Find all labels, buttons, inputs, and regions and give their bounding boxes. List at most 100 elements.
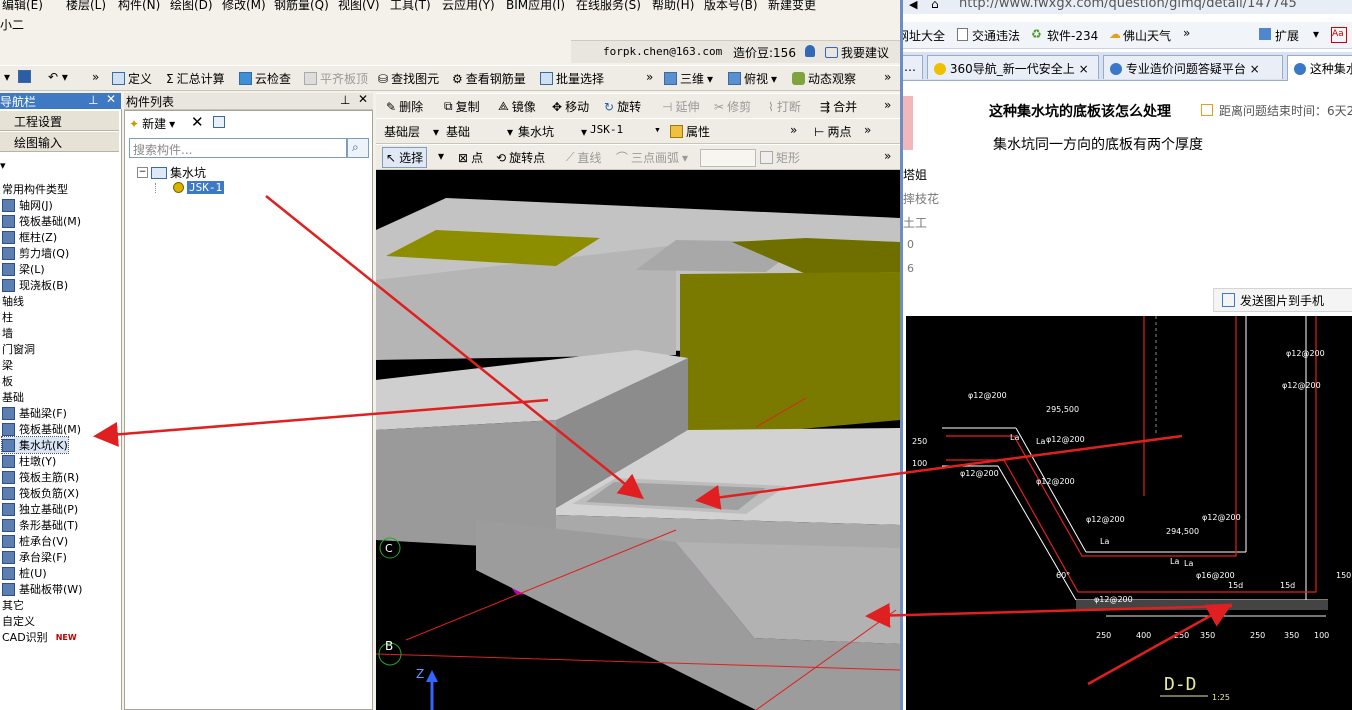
tab-partial[interactable]: … (903, 55, 923, 79)
menu-view[interactable]: 视图(V) (338, 0, 380, 13)
nav-item[interactable]: CAD识别 NEW (2, 629, 77, 645)
nav-item[interactable]: 基础梁(F) (2, 405, 67, 421)
batch-select-button[interactable]: 批量选择 (540, 70, 604, 87)
tree-toggle[interactable]: ▾ (0, 159, 6, 172)
sum-button[interactable]: Σ 汇总计算 (166, 70, 225, 87)
point-button[interactable]: ⊠ 点 (458, 149, 483, 166)
more-chevron-icon[interactable]: » (864, 123, 871, 137)
menu-bim[interactable]: BIM应用(I) (506, 0, 565, 13)
close-icon[interactable]: × (1079, 62, 1089, 76)
nav-item[interactable]: 常用构件类型 (2, 181, 68, 197)
find-element-button[interactable]: ⛁ 查找图元 (378, 70, 439, 87)
close-icon[interactable]: × (1250, 62, 1260, 76)
home-icon[interactable]: ⌂ (931, 0, 939, 11)
dropdown-arrow-icon[interactable]: ▾ (1313, 27, 1319, 41)
cloud-check-button[interactable]: 云检查 (239, 70, 291, 87)
menu-draw[interactable]: 绘图(D) (170, 0, 213, 13)
mirror-button[interactable]: ⟁ 镜像 (498, 98, 536, 115)
more-chevron-icon[interactable]: » (92, 70, 99, 84)
avatar[interactable] (903, 96, 913, 150)
bookmark-traffic[interactable]: 交通违法 (972, 27, 1020, 44)
project-settings-button[interactable]: 工程设置 (0, 111, 119, 131)
nav-item[interactable]: 剪力墙(Q) (2, 245, 69, 261)
merge-button[interactable]: ⇶ 合并 (820, 98, 857, 115)
component-select[interactable]: 集水坑 ▾ (518, 123, 587, 140)
menu-new-change[interactable]: 新建变更 (768, 0, 816, 13)
nav-item[interactable]: 独立基础(P) (2, 501, 78, 517)
rotate-point-button[interactable]: ⟲ 旋转点 (496, 149, 545, 166)
nav-item[interactable]: 轴网(J) (2, 197, 53, 213)
nav-item[interactable]: 门窗洞 (2, 341, 35, 357)
reader-icon[interactable]: Aa (1331, 27, 1347, 43)
copy-button[interactable]: ⧉ 复制 (444, 98, 480, 115)
nav-item[interactable]: 筏板基础(M) (2, 213, 81, 229)
floor-select[interactable]: 基础层 ▾ (384, 123, 439, 140)
type-select[interactable]: 基础 ▾ (446, 123, 513, 140)
suggest-button[interactable]: 我要建议 (825, 44, 889, 61)
rect-button[interactable]: 矩形 (760, 149, 800, 166)
more-chevron-icon[interactable]: » (646, 70, 653, 84)
menu-tools[interactable]: 工具(T) (390, 0, 431, 13)
delete-button[interactable]: ✎ 删除 (386, 98, 423, 115)
3d-viewport[interactable]: C B Z (376, 170, 900, 710)
bell-icon[interactable] (805, 45, 815, 57)
nav-item[interactable]: 筏板负筋(X) (2, 485, 79, 501)
arc-button[interactable]: ⌒ 三点画弧 ▾ (616, 149, 688, 166)
two-points-button[interactable]: ⊢ 两点 (814, 123, 851, 140)
bookmark-weather[interactable]: 佛山天气 (1123, 27, 1171, 44)
menu-modify[interactable]: 修改(M) (222, 0, 266, 13)
nav-item[interactable]: 框柱(Z) (2, 229, 57, 245)
user-name[interactable]: 塔姐 (903, 166, 927, 183)
pin-icon[interactable]: ⊥ (88, 93, 98, 107)
address-bar[interactable]: ◀ ⌂ http://www.fwxgx.com/question/glmq/d… (903, 0, 1352, 14)
nav-item[interactable]: 筏板主筋(R) (2, 469, 79, 485)
tab-current[interactable]: 这种集水 (1287, 55, 1352, 81)
nav-item[interactable]: 集水坑(K) (1, 436, 69, 454)
bookmark-software[interactable]: 软件-234 (1047, 27, 1098, 44)
draw-input-button[interactable]: 绘图输入 (0, 132, 119, 152)
rotate-button[interactable]: ↻ 旋转 (604, 98, 641, 115)
more-chevron-icon[interactable]: » (790, 123, 797, 137)
tree-root-sump[interactable]: − 集水坑 (137, 164, 206, 181)
menu-floor[interactable]: 楼层(L) (66, 0, 106, 13)
extensions-button[interactable]: 扩展 (1275, 27, 1299, 44)
select-button[interactable]: ↖ 选择 (382, 147, 428, 168)
flat-slab-button[interactable]: 平齐板顶 (304, 70, 368, 87)
menu-rebar[interactable]: 钢筋量(Q) (274, 0, 329, 13)
nav-item[interactable]: 筏板基础(M) (2, 421, 81, 437)
menu-component[interactable]: 构件(N) (118, 0, 160, 13)
tree-item-jsk1[interactable]: JSK-1 (173, 181, 225, 194)
nav-item[interactable]: 其它 (2, 597, 24, 613)
nav-item[interactable]: 轴线 (2, 293, 24, 309)
view-rebar-button[interactable]: ⚙ 查看钢筋量 (452, 70, 526, 87)
more-chevron-icon[interactable]: » (884, 70, 891, 84)
more-chevron-icon[interactable]: » (884, 98, 891, 112)
nav-item[interactable]: 梁(L) (2, 261, 45, 277)
line-button[interactable]: ⟋ 直线 (566, 149, 601, 166)
send-photo-button[interactable]: 发送图片到手机 (1213, 288, 1352, 312)
dropdown-arrow-icon[interactable]: ▾ (4, 70, 10, 84)
close-icon[interactable]: ✕ (358, 92, 368, 106)
extend-button[interactable]: ⊣ 延伸 (662, 98, 699, 115)
nav-item[interactable]: 自定义 (2, 613, 35, 629)
trim-button[interactable]: ✂ 修剪 (714, 98, 751, 115)
close-icon[interactable]: ✕ (106, 92, 116, 106)
nav-item[interactable]: 柱 (2, 309, 13, 325)
menu-cloud[interactable]: 云应用(Y) (442, 0, 495, 13)
nav-item[interactable]: 墙 (2, 325, 13, 341)
tab-360-nav[interactable]: 360导航_新一代安全上 × (927, 55, 1099, 79)
three-d-button[interactable]: 三维 ▾ (664, 70, 713, 87)
break-button[interactable]: ⌇ 打断 (768, 98, 801, 115)
menu-online[interactable]: 在线服务(S) (576, 0, 641, 13)
tab-qa-platform[interactable]: 专业造价问题答疑平台 × (1103, 55, 1283, 79)
back-icon[interactable]: ◀ (909, 0, 917, 11)
copy-icon[interactable] (213, 116, 225, 128)
bookmark-sites[interactable]: 网址大全 (903, 27, 945, 44)
nav-item[interactable]: 基础板带(W) (2, 581, 82, 597)
delete-x-icon[interactable]: ✕ (191, 113, 204, 131)
move-button[interactable]: ✥ 移动 (552, 98, 589, 115)
menu-version[interactable]: 版本号(B) (704, 0, 758, 13)
dynamic-view-button[interactable]: 动态观察 (792, 70, 856, 87)
more-chevron-icon[interactable]: » (1183, 26, 1190, 40)
nav-item[interactable]: 桩(U) (2, 565, 47, 581)
